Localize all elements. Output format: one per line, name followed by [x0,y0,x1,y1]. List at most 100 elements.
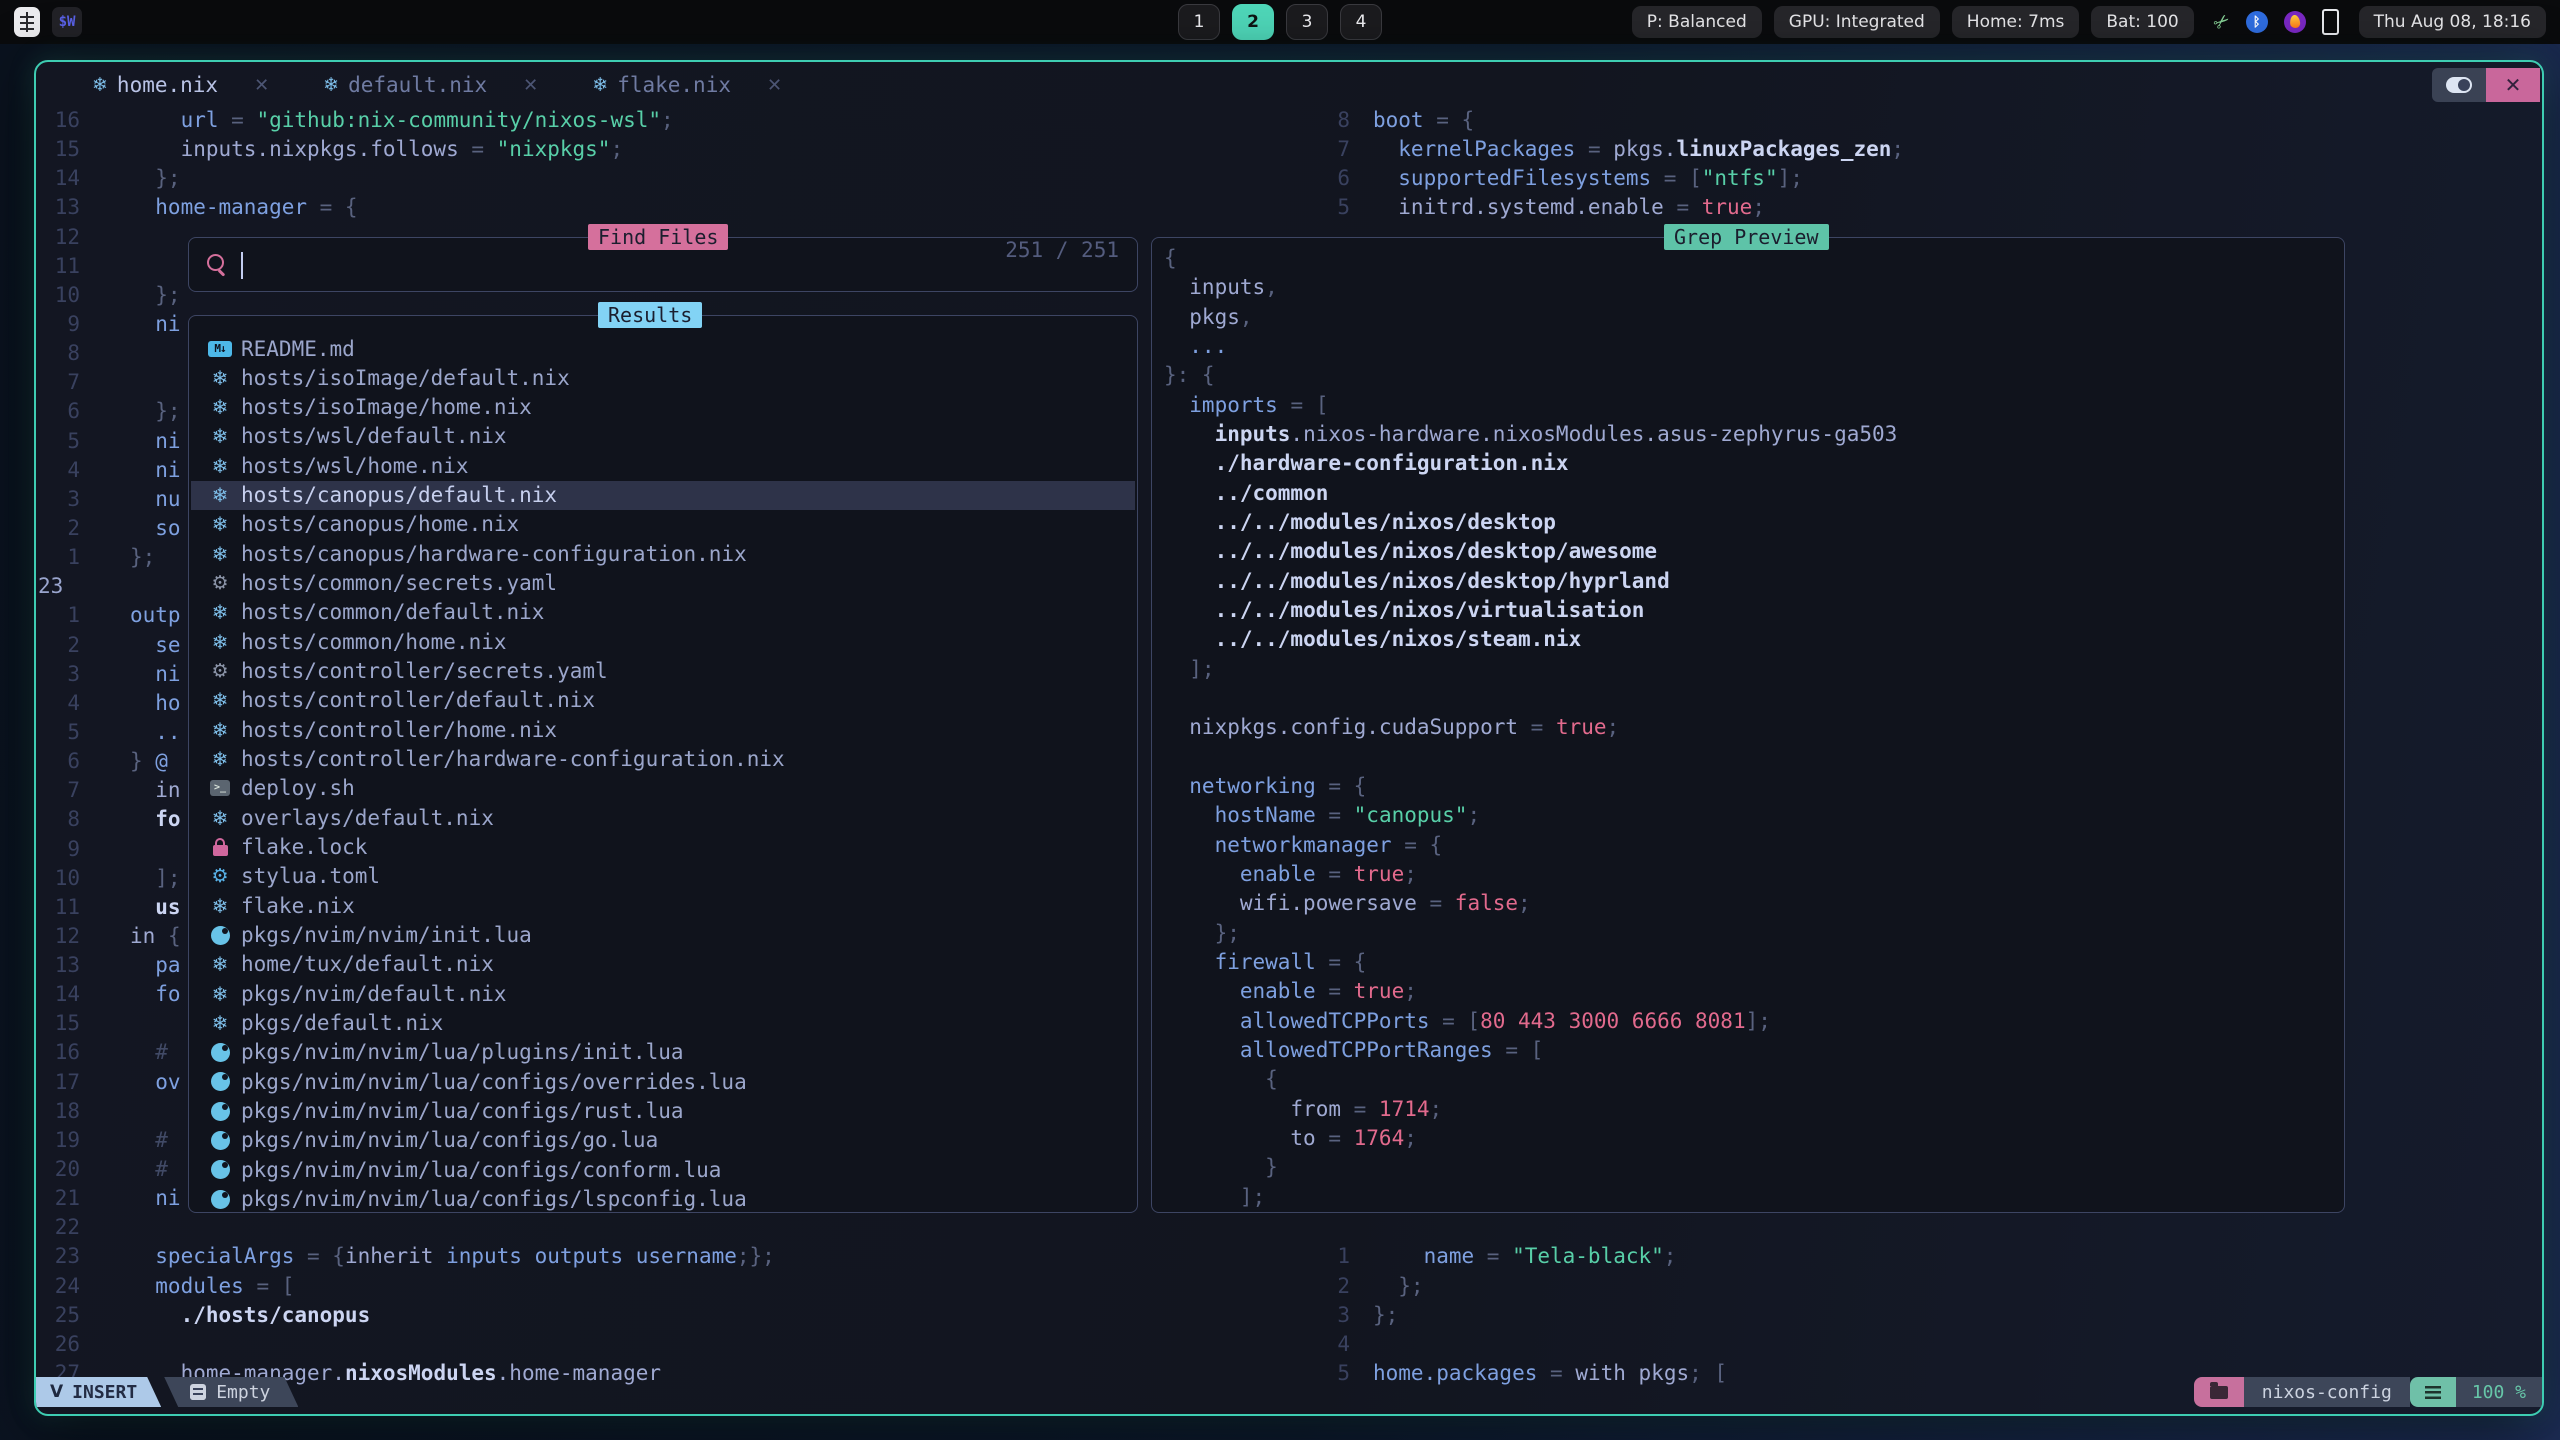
lines-chip [2410,1377,2456,1407]
line-content: in [130,778,181,802]
markdown-file-icon: M↓ [205,341,235,357]
nix-file-icon: ❄ [205,395,235,419]
result-row[interactable]: ❄hosts/wsl/default.nix [191,422,1135,451]
result-row[interactable]: ❄hosts/controller/home.nix [191,715,1135,744]
line-content: boot = { [1373,108,1474,132]
result-row[interactable]: pkgs/nvim/nvim/lua/configs/conform.lua [191,1155,1135,1184]
result-row[interactable]: ❄hosts/canopus/home.nix [191,510,1135,539]
line-number: 8 [36,341,80,365]
line-content: name = "Tela-black"; [1373,1244,1676,1268]
text-cursor [241,252,243,279]
line-content: } @ [130,749,168,773]
preview-line: networkmanager = { [1164,833,1442,862]
code-line: 22 [36,1215,2542,1244]
tab-close-icon[interactable]: ✕ [254,75,269,96]
line-number: 9 [36,837,80,861]
workspace-button-1[interactable]: 1 [1178,4,1220,40]
file-name: hosts/canopus/hardware-configuration.nix [241,542,747,566]
nix-file-icon: ❄ [205,894,235,918]
line-number: 15 [36,1011,80,1035]
tab-flake.nix[interactable]: ❄flake.nix✕ [592,73,782,97]
file-name: pkgs/nvim/nvim/lua/configs/go.lua [241,1128,658,1152]
workspace-button-3[interactable]: 3 [1286,4,1328,40]
line-content: nu [130,487,181,511]
result-row[interactable]: flake.lock [191,833,1135,862]
result-row[interactable]: ❄pkgs/nvim/default.nix [191,979,1135,1008]
result-row[interactable]: ⚙hosts/controller/secrets.yaml [191,657,1135,686]
result-row[interactable]: pkgs/nvim/nvim/lua/configs/overrides.lua [191,1067,1135,1096]
result-row[interactable]: ❄pkgs/default.nix [191,1009,1135,1038]
workspace-button-4[interactable]: 4 [1340,4,1382,40]
result-row[interactable]: pkgs/nvim/nvim/init.lua [191,921,1135,950]
result-count: 251 / 251 [1005,238,1119,262]
file-name: pkgs/nvim/nvim/lua/configs/lspconfig.lua [241,1187,747,1211]
result-row[interactable]: pkgs/nvim/nvim/lua/plugins/init.lua [191,1038,1135,1067]
result-row[interactable]: ❄hosts/controller/default.nix [191,686,1135,715]
tab-default.nix[interactable]: ❄default.nix✕ [323,73,538,97]
line-number: 23 [36,574,82,598]
line-number: 4 [1324,1332,1350,1356]
buffer-icon [190,1384,206,1400]
result-row[interactable]: >_deploy.sh [191,774,1135,803]
line-number: 5 [36,429,80,453]
line-content: }; [1373,1274,1424,1298]
result-row[interactable]: pkgs/nvim/nvim/lua/configs/rust.lua [191,1097,1135,1126]
flame-icon[interactable] [2284,11,2306,33]
line-number: 6 [36,399,80,423]
preview-line: ... [1164,334,1227,363]
result-row[interactable]: ⚙hosts/common/secrets.yaml [191,569,1135,598]
preview-line: hostName = "canopus"; [1164,803,1480,832]
result-row[interactable]: ❄hosts/canopus/default.nix [191,481,1135,510]
result-row[interactable]: ❄overlays/default.nix [191,803,1135,832]
line-number: 11 [36,254,80,278]
result-row[interactable]: ❄hosts/wsl/home.nix [191,451,1135,480]
result-row[interactable]: pkgs/nvim/nvim/lua/configs/lspconfig.lua [191,1185,1135,1214]
line-content [1373,1332,1398,1356]
line-number: 2 [1324,1274,1350,1298]
tab-close-icon[interactable]: ✕ [767,75,782,96]
result-row[interactable]: ❄hosts/controller/hardware-configuration… [191,745,1135,774]
preview-line: allowedTCPPortRanges = [ [1164,1038,1543,1067]
result-row[interactable]: ❄flake.nix [191,891,1135,920]
close-window-button[interactable]: ✕ [2486,68,2540,102]
nix-file-icon: ❄ [205,688,235,712]
bluetooth-icon[interactable]: ᛒ [2246,11,2268,33]
window-controls: ✕ [2432,68,2540,102]
tab-home.nix[interactable]: ❄home.nix✕ [92,73,269,97]
line-content: .. [130,720,181,744]
results-list: M↓README.md❄hosts/isoImage/default.nix❄h… [188,315,1138,1213]
code-line: 1 name = "Tela-black"; [36,1244,2542,1273]
toml-file-icon: ⚙ [205,865,235,887]
result-row[interactable]: ❄hosts/isoImage/home.nix [191,393,1135,422]
code-line: 6supportedFilesystems = ["ntfs"]; [36,166,2542,195]
line-content: ni [130,662,181,686]
line-content: ]; [130,866,181,890]
line-content: fo [130,807,181,831]
lua-file-icon [205,1072,235,1091]
result-row[interactable]: ❄home/tux/default.nix [191,950,1135,979]
line-number: 10 [36,283,80,307]
scissors-icon[interactable]: ✂ [2208,8,2234,35]
tab-close-icon[interactable]: ✕ [523,75,538,96]
result-row[interactable]: ❄hosts/common/home.nix [191,627,1135,656]
shell-launcher-icon[interactable]: $W [52,7,82,37]
toggle-button[interactable] [2432,68,2486,102]
app-grid-icon[interactable] [14,7,40,37]
result-row[interactable]: ⚙stylua.toml [191,862,1135,891]
statusline: V INSERT Empty nixos-config 100 % [36,1377,2542,1407]
preview-line: pkgs, [1164,305,1253,334]
result-row[interactable]: ❄hosts/isoImage/default.nix [191,363,1135,392]
workspace-button-2[interactable]: 2 [1232,4,1274,40]
result-row[interactable]: M↓README.md [191,334,1135,363]
status-pill: P: Balanced [1632,6,1762,38]
result-row[interactable]: pkgs/nvim/nvim/lua/configs/go.lua [191,1126,1135,1155]
line-number: 1 [36,603,80,627]
statusline-right: nixos-config 100 % [2194,1377,2542,1407]
file-name: flake.nix [241,894,355,918]
nix-file-icon: ❄ [205,483,235,507]
result-row[interactable]: ❄hosts/common/default.nix [191,598,1135,627]
grep-preview-title: Grep Preview [1664,224,1829,250]
phone-icon[interactable] [2322,9,2339,35]
line-number: 1 [1324,1244,1350,1268]
result-row[interactable]: ❄hosts/canopus/hardware-configuration.ni… [191,539,1135,568]
